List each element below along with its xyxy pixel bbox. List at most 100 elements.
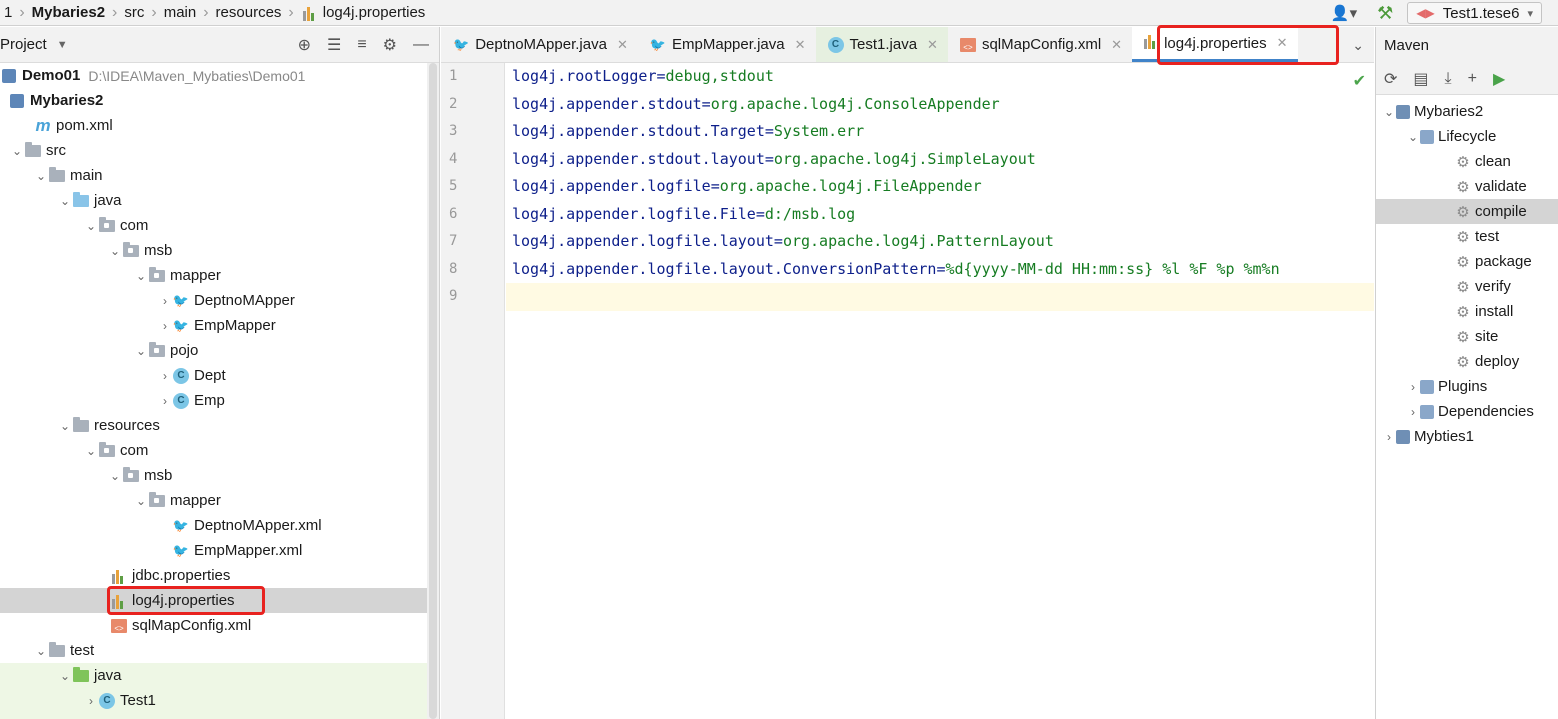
code-line[interactable]: log4j.rootLogger=debug,stdout (506, 63, 1374, 91)
close-icon[interactable]: ✕ (1111, 37, 1122, 53)
expanded-chevron-icon[interactable]: ⌄ (134, 344, 148, 358)
tree-item-src[interactable]: ⌄ src (0, 138, 428, 163)
close-icon[interactable]: ✕ (617, 37, 628, 53)
tree-item-log4j-properties[interactable]: log4j.properties (0, 588, 428, 613)
tree-item-main[interactable]: ⌄ main (0, 163, 428, 188)
maven-goal-site[interactable]: ⚙ site (1376, 324, 1558, 349)
collapsed-chevron-icon[interactable]: › (158, 394, 172, 408)
tree-item-msb[interactable]: ⌄ msb (0, 238, 428, 263)
expanded-chevron-icon[interactable]: ⌄ (58, 194, 72, 208)
tree-item-emp[interactable]: › C Emp (0, 388, 428, 413)
expanded-chevron-icon[interactable]: ⌄ (58, 669, 72, 683)
tree-item-mapper-res[interactable]: ⌄ mapper (0, 488, 428, 513)
tree-item-dept[interactable]: › C Dept (0, 363, 428, 388)
breadcrumb-file[interactable]: log4j.properties (297, 0, 430, 26)
tree-item-com[interactable]: ⌄ com (0, 213, 428, 238)
maven-goal-test[interactable]: ⚙ test (1376, 224, 1558, 249)
maven-goal-clean[interactable]: ⚙ clean (1376, 149, 1558, 174)
maven-item-mybaries2[interactable]: ⌄ Mybaries2 (1376, 99, 1558, 124)
code-line[interactable]: log4j.appender.logfile=org.apache.log4j.… (506, 173, 1374, 201)
tree-item-test[interactable]: ⌄ test (0, 638, 428, 663)
collapsed-chevron-icon[interactable]: › (1382, 430, 1396, 444)
tree-item-pom-xml[interactable]: m pom.xml (0, 113, 428, 138)
tree-item-resources[interactable]: ⌄ resources (0, 413, 428, 438)
expanded-chevron-icon[interactable]: ⌄ (58, 419, 72, 433)
breadcrumb-main[interactable]: main (160, 0, 201, 26)
tab-test1-java[interactable]: C Test1.java ✕ (815, 27, 948, 62)
tree-item-pojo[interactable]: ⌄ pojo (0, 338, 428, 363)
tree-item-java-test[interactable]: ⌄ java (0, 663, 428, 688)
generate-sources-folder-icon[interactable]: ▤ (1413, 69, 1428, 89)
maven-goal-package[interactable]: ⚙ package (1376, 249, 1558, 274)
tree-item-mybaries2[interactable]: Mybaries2 (0, 88, 428, 113)
tree-item-demo01[interactable]: Demo01 D:\IDEA\Maven_Mybaties\Demo01 (0, 63, 428, 88)
project-view-selector[interactable]: Project ▼ (0, 36, 68, 53)
locate-icon[interactable]: ⊕ (298, 35, 311, 55)
tree-item-mapper[interactable]: ⌄ mapper (0, 263, 428, 288)
breadcrumb-item[interactable]: 1 (0, 0, 16, 26)
build-hammer-icon[interactable]: ⚒ (1377, 3, 1393, 24)
expanded-chevron-icon[interactable]: ⌄ (134, 269, 148, 283)
run-configuration-select[interactable]: ◀▶ Test1.tese6 ▾ (1407, 2, 1542, 24)
run-play-icon[interactable]: ▶ (1493, 69, 1505, 89)
expanded-chevron-icon[interactable]: ⌄ (34, 644, 48, 658)
maven-goal-deploy[interactable]: ⚙ deploy (1376, 349, 1558, 374)
maven-goal-verify[interactable]: ⚙ verify (1376, 274, 1558, 299)
breadcrumb-src[interactable]: src (120, 0, 148, 26)
tabs-dropdown-chevron-icon[interactable]: ⌄ (1352, 27, 1364, 63)
collapsed-chevron-icon[interactable]: › (158, 294, 172, 308)
tree-item-empmapper[interactable]: › 🐦 EmpMapper (0, 313, 428, 338)
tree-item-sqlmapconfig-xml[interactable]: <> sqlMapConfig.xml (0, 613, 428, 638)
collapsed-chevron-icon[interactable]: › (158, 319, 172, 333)
tab-deptnomapper-java[interactable]: 🐦 DeptnoMApper.java ✕ (441, 27, 638, 62)
code-line[interactable]: log4j.appender.logfile.File=d:/msb.log (506, 201, 1374, 229)
maven-item-lifecycle[interactable]: ⌄ Lifecycle (1376, 124, 1558, 149)
user-icon[interactable]: 👤▾ (1331, 4, 1357, 22)
maven-goal-install[interactable]: ⚙ install (1376, 299, 1558, 324)
collapsed-chevron-icon[interactable]: › (84, 694, 98, 708)
code-line-current[interactable] (506, 283, 1374, 311)
hide-panel-icon[interactable]: — (413, 36, 429, 54)
code-line[interactable]: log4j.appender.stdout=org.apache.log4j.C… (506, 91, 1374, 119)
tab-log4j-properties[interactable]: log4j.properties ✕ (1132, 27, 1298, 62)
breadcrumb-project[interactable]: Mybaries2 (28, 0, 109, 26)
project-scrollbar[interactable] (427, 63, 439, 719)
code-line[interactable]: log4j.appender.stdout.layout=org.apache.… (506, 146, 1374, 174)
tree-item-test1[interactable]: › C Test1 (0, 688, 428, 713)
inspection-ok-check-icon[interactable]: ✔ (1353, 71, 1366, 91)
expanded-chevron-icon[interactable]: ⌄ (84, 444, 98, 458)
tree-item-msb-res[interactable]: ⌄ msb (0, 463, 428, 488)
expanded-chevron-icon[interactable]: ⌄ (1382, 105, 1396, 119)
tree-item-com-res[interactable]: ⌄ com (0, 438, 428, 463)
tree-item-deptnomapper-xml[interactable]: 🐦 DeptnoMApper.xml (0, 513, 428, 538)
collapsed-chevron-icon[interactable]: › (158, 369, 172, 383)
close-icon[interactable]: ✕ (1277, 35, 1288, 51)
download-icon[interactable]: ⤓ (1445, 70, 1452, 88)
close-icon[interactable]: ✕ (927, 37, 938, 53)
add-icon[interactable]: + (1468, 70, 1477, 88)
tree-item-java-main[interactable]: ⌄ java (0, 188, 428, 213)
expanded-chevron-icon[interactable]: ⌄ (10, 144, 24, 158)
code-line[interactable]: log4j.appender.logfile.layout=org.apache… (506, 228, 1374, 256)
tree-item-deptnomapper[interactable]: › 🐦 DeptnoMApper (0, 288, 428, 313)
code-editor[interactable]: log4j.rootLogger=debug,stdout log4j.appe… (506, 63, 1374, 719)
collapsed-chevron-icon[interactable]: › (1406, 380, 1420, 394)
maven-goal-compile[interactable]: ⚙ compile (1376, 199, 1558, 224)
tree-item-jdbc-properties[interactable]: jdbc.properties (0, 563, 428, 588)
tab-empmapper-java[interactable]: 🐦 EmpMapper.java ✕ (638, 27, 816, 62)
maven-item-dependencies[interactable]: › Dependencies (1376, 399, 1558, 424)
code-line[interactable]: log4j.appender.stdout.Target=System.err (506, 118, 1374, 146)
maven-item-plugins[interactable]: › Plugins (1376, 374, 1558, 399)
expanded-chevron-icon[interactable]: ⌄ (1406, 130, 1420, 144)
tree-item-empmapper-xml[interactable]: 🐦 EmpMapper.xml (0, 538, 428, 563)
breadcrumb-resources[interactable]: resources (212, 0, 286, 26)
maven-goal-validate[interactable]: ⚙ validate (1376, 174, 1558, 199)
tab-sqlmapconfig-xml[interactable]: <> sqlMapConfig.xml ✕ (948, 27, 1132, 62)
expanded-chevron-icon[interactable]: ⌄ (34, 169, 48, 183)
expanded-chevron-icon[interactable]: ⌄ (134, 494, 148, 508)
expanded-chevron-icon[interactable]: ⌄ (108, 244, 122, 258)
expand-all-icon[interactable]: ☰ (327, 35, 341, 55)
settings-gear-icon[interactable]: ⚙ (383, 35, 397, 55)
collapse-all-icon[interactable]: ≡ (357, 36, 366, 54)
code-line[interactable]: log4j.appender.logfile.layout.Conversion… (506, 256, 1374, 284)
